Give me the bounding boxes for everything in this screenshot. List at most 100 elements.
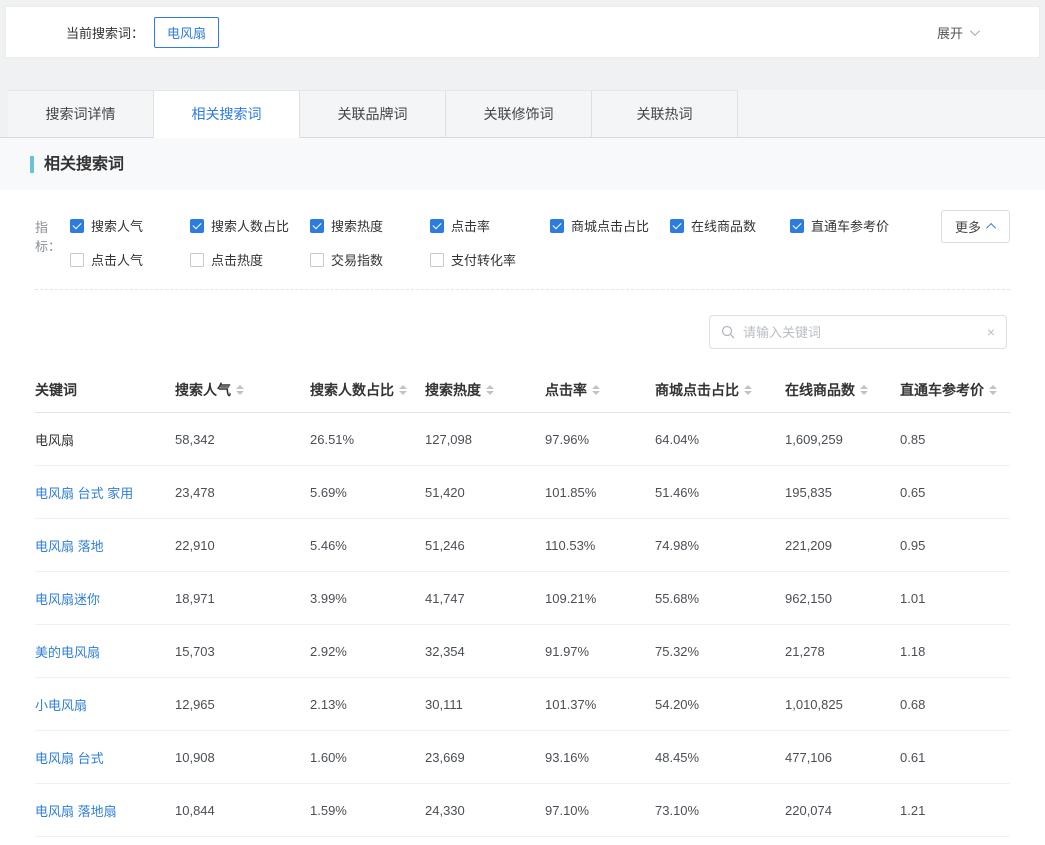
- table-row: 电风扇 落地扇10,8441.59%24,33097.10%73.10%220,…: [35, 784, 1010, 837]
- cell-value: 2.92%: [310, 644, 425, 659]
- cell-value: 51,246: [425, 538, 545, 553]
- more-button[interactable]: 更多: [941, 210, 1010, 243]
- keyword-link[interactable]: 美的电风扇: [35, 642, 175, 661]
- metric-checkbox-item[interactable]: 在线商品数: [670, 216, 790, 235]
- cell-value: 10,844: [175, 803, 310, 818]
- cell-value: 220,074: [785, 803, 900, 818]
- cell-value: 1.18: [900, 644, 1010, 659]
- cell-value: 91.97%: [545, 644, 655, 659]
- checkbox-checked-icon[interactable]: [430, 219, 444, 233]
- sort-icon[interactable]: [860, 385, 868, 395]
- cell-value: 1,609,259: [785, 432, 900, 447]
- cell-value: 2.13%: [310, 697, 425, 712]
- cell-value: 23,669: [425, 750, 545, 765]
- metric-label: 点击热度: [211, 250, 263, 269]
- keyword-link[interactable]: 电风扇 台式: [35, 748, 175, 767]
- column-header-label: 点击率: [545, 380, 587, 400]
- cell-value: 64.04%: [655, 432, 785, 447]
- keyword-search-box[interactable]: ×: [709, 315, 1007, 349]
- cell-value: 30,111: [425, 697, 545, 712]
- column-header[interactable]: 点击率: [545, 380, 655, 400]
- checkbox-checked-icon[interactable]: [70, 219, 84, 233]
- column-header-label: 搜索人数占比: [310, 380, 394, 400]
- tab-3[interactable]: 关联品牌词: [300, 90, 446, 138]
- metric-checkbox-item[interactable]: 搜索人数占比: [190, 216, 310, 235]
- metric-checkbox-item[interactable]: 交易指数: [310, 250, 430, 269]
- metric-label: 支付转化率: [451, 250, 516, 269]
- column-header[interactable]: 搜索热度: [425, 380, 545, 400]
- cell-value: 41,747: [425, 591, 545, 606]
- cell-value: 73.10%: [655, 803, 785, 818]
- checkbox-unchecked-icon[interactable]: [310, 253, 324, 267]
- sort-icon[interactable]: [592, 385, 600, 395]
- metric-checkbox-item[interactable]: 商城点击占比: [550, 216, 670, 235]
- keyword-search-input[interactable]: [743, 325, 979, 340]
- current-search-term-group: 当前搜索词： 电风扇: [66, 17, 219, 48]
- column-header[interactable]: 直通车参考价: [900, 380, 1010, 400]
- cell-value: 75.32%: [655, 644, 785, 659]
- expand-label: 展开: [937, 23, 963, 42]
- checkbox-unchecked-icon[interactable]: [70, 253, 84, 267]
- metric-label: 搜索人气: [91, 216, 143, 235]
- expand-button[interactable]: 展开: [937, 23, 977, 42]
- cell-value: 74.98%: [655, 538, 785, 553]
- metric-filter-area: 指标： 搜索人气搜索人数占比搜索热度点击率商城点击占比在线商品数直通车参考价点击…: [0, 190, 1045, 269]
- sort-icon[interactable]: [399, 385, 407, 395]
- metric-label: 交易指数: [331, 250, 383, 269]
- column-header[interactable]: 搜索人数占比: [310, 380, 425, 400]
- metric-label: 搜索人数占比: [211, 216, 289, 235]
- cell-value: 93.16%: [545, 750, 655, 765]
- cell-value: 54.20%: [655, 697, 785, 712]
- cell-value: 12,965: [175, 697, 310, 712]
- checkbox-checked-icon[interactable]: [190, 219, 204, 233]
- metric-checkbox-item[interactable]: 点击率: [430, 216, 550, 235]
- cell-value: 0.68: [900, 697, 1010, 712]
- column-header[interactable]: 在线商品数: [785, 380, 900, 400]
- cell-value: 1.01: [900, 591, 1010, 606]
- tab-bar-filler: [738, 90, 1045, 138]
- section-title: 相关搜索词: [30, 156, 124, 173]
- checkbox-checked-icon[interactable]: [670, 219, 684, 233]
- metric-label: 商城点击占比: [571, 216, 649, 235]
- clear-icon[interactable]: ×: [987, 325, 995, 339]
- sort-icon[interactable]: [744, 385, 752, 395]
- related-keywords-table: 关键词搜索人气搜索人数占比搜索热度点击率商城点击占比在线商品数直通车参考价 电风…: [35, 367, 1010, 837]
- checkbox-checked-icon[interactable]: [550, 219, 564, 233]
- metric-checkbox-item[interactable]: 搜索热度: [310, 216, 430, 235]
- metric-checkbox-item[interactable]: 搜索人气: [70, 216, 190, 235]
- tab-2[interactable]: 相关搜索词: [154, 90, 300, 138]
- checkbox-checked-icon[interactable]: [310, 219, 324, 233]
- sort-icon[interactable]: [989, 385, 997, 395]
- keyword-link[interactable]: 电风扇 台式 家用: [35, 483, 175, 502]
- checkbox-unchecked-icon[interactable]: [190, 253, 204, 267]
- metric-checkbox-item[interactable]: 点击人气: [70, 250, 190, 269]
- cell-value: 5.69%: [310, 485, 425, 500]
- metric-label: 直通车参考价: [811, 216, 889, 235]
- tab-1[interactable]: 搜索词详情: [8, 90, 154, 138]
- search-term-tag[interactable]: 电风扇: [154, 17, 219, 48]
- tab-4[interactable]: 关联修饰词: [446, 90, 592, 138]
- keyword-link[interactable]: 电风扇迷你: [35, 589, 175, 608]
- metric-grid: 搜索人气 搜索人数占比 搜索热度点击率 商城点击占比 在线商品数 直通车参考价点击人气 点击…: [70, 216, 910, 269]
- cell-value: 58,342: [175, 432, 310, 447]
- column-header[interactable]: 搜索人气: [175, 380, 310, 400]
- column-header[interactable]: 商城点击占比: [655, 380, 785, 400]
- cell-value: 21,278: [785, 644, 900, 659]
- checkbox-checked-icon[interactable]: [790, 219, 804, 233]
- tab-5[interactable]: 关联热词: [592, 90, 738, 138]
- sort-icon[interactable]: [236, 385, 244, 395]
- keyword-link[interactable]: 电风扇 落地扇: [35, 801, 175, 820]
- metric-checkbox-item[interactable]: 支付转化率: [430, 250, 550, 269]
- main-content: 相关搜索词 指标： 搜索人气搜索人数占比搜索热度点击率商城点击占比在线商品数直通…: [0, 138, 1045, 845]
- cell-value: 48.45%: [655, 750, 785, 765]
- checkbox-unchecked-icon[interactable]: [430, 253, 444, 267]
- keyword-link[interactable]: 小电风扇: [35, 695, 175, 714]
- keyword-link[interactable]: 电风扇 落地: [35, 536, 175, 555]
- metric-checkbox-item[interactable]: 直通车参考价: [790, 216, 910, 235]
- cell-value: 0.65: [900, 485, 1010, 500]
- cell-value: 0.95: [900, 538, 1010, 553]
- metric-checkbox-item[interactable]: 点击热度: [190, 250, 310, 269]
- current-search-term-label: 当前搜索词：: [66, 23, 144, 42]
- sort-icon[interactable]: [486, 385, 494, 395]
- more-label: 更多: [955, 217, 981, 236]
